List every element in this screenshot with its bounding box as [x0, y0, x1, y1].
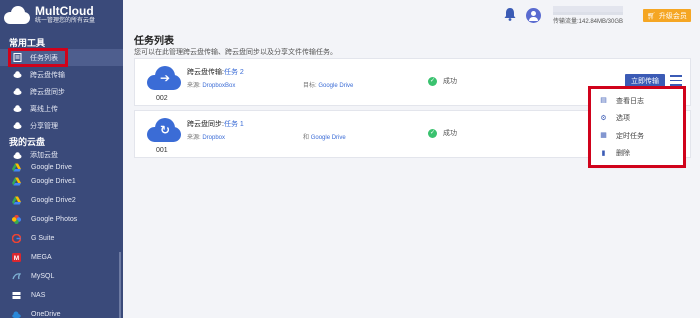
source-value: DropboxBox — [202, 83, 236, 89]
user-avatar-icon[interactable] — [526, 8, 541, 23]
share-icon — [13, 121, 22, 130]
status-label: 成功 — [443, 78, 457, 85]
task-title: 跨云盘同步:任务 1 — [187, 119, 244, 129]
add-cloud-button[interactable]: 添加云盘 — [0, 148, 123, 162]
sidebar-item-mysql[interactable]: MySQL — [0, 267, 123, 286]
add-cloud-icon — [13, 151, 22, 160]
status-label: 成功 — [443, 130, 457, 137]
add-cloud-label: 添加云盘 — [30, 152, 58, 159]
sidebar-item-label: NAS — [31, 292, 46, 299]
multcloud-logo-icon — [4, 6, 32, 24]
mega-icon: M — [12, 253, 21, 262]
task-name-link[interactable]: 任务 2 — [224, 69, 244, 76]
cart-icon: 🛒︎ — [647, 12, 656, 20]
page-subtitle: 您可以在此管理跨云盘传输、跨云盘同步以及分享文件传输任务。 — [134, 49, 337, 56]
sidebar-scrollbar[interactable] — [119, 252, 121, 318]
task-source: 来源: DropboxBox — [187, 80, 235, 89]
sidebar-item-cloud-transfer[interactable]: 跨云盘传输 — [0, 66, 123, 83]
sidebar-item-label: OneDrive — [31, 311, 61, 318]
google-drive-icon — [12, 163, 21, 172]
sidebar-item-offline-upload[interactable]: 离线上传 — [0, 100, 123, 117]
sidebar-item-mega[interactable]: M MEGA — [0, 248, 123, 267]
sidebar-item-label: Google Drive2 — [31, 197, 76, 204]
sidebar-item-label: G Suite — [31, 235, 55, 242]
sidebar-item-task-list[interactable]: 任务列表 — [0, 48, 123, 67]
header: 传输流量:142.84MB/30GB 🛒︎ 升级会员 — [123, 0, 700, 33]
sidebar-item-google-drive1[interactable]: Google Drive1 — [0, 172, 123, 191]
task-name-link[interactable]: 任务 1 — [224, 121, 244, 128]
highlight-box — [8, 48, 68, 67]
transfer-task-icon: ➔ — [147, 66, 181, 90]
task-status: ✓ 成功 — [428, 128, 457, 138]
onedrive-icon — [12, 310, 21, 318]
task-type: 跨云盘同步: — [187, 121, 224, 128]
sidebar-item-label: 分享管理 — [30, 122, 58, 130]
upgrade-button[interactable]: 🛒︎ 升级会员 — [643, 9, 691, 22]
task-status: ✓ 成功 — [428, 76, 457, 86]
g-suite-icon — [11, 233, 22, 244]
traffic-usage: 传输流量:142.84MB/30GB — [553, 19, 624, 25]
offline-upload-icon — [13, 104, 22, 113]
source-label: 来源: — [187, 135, 201, 141]
cloud-sync-icon — [13, 87, 22, 96]
check-circle-icon: ✓ — [428, 76, 437, 86]
nas-icon — [12, 291, 21, 300]
google-photos-icon — [12, 215, 21, 224]
task-source: 来源: Dropbox — [187, 132, 225, 141]
sidebar-item-label: 离线上传 — [30, 105, 58, 113]
sidebar-item-google-drive[interactable]: Google Drive — [0, 162, 123, 172]
target-value: Google Drive — [310, 135, 346, 141]
sidebar-item-label: Google Drive — [31, 163, 72, 171]
sidebar-item-g-suite[interactable]: G Suite — [0, 229, 123, 248]
target-label: 和 — [303, 135, 310, 141]
sync-task-icon: ↻ — [147, 118, 181, 142]
sidebar-item-google-drive2[interactable]: Google Drive2 — [0, 191, 123, 210]
cloud-transfer-icon — [13, 70, 22, 79]
check-circle-icon: ✓ — [428, 128, 437, 138]
bell-icon[interactable] — [504, 7, 516, 21]
svg-text:M: M — [14, 255, 19, 262]
sidebar-item-cloud-sync[interactable]: 跨云盘同步 — [0, 83, 123, 100]
google-drive-icon — [12, 177, 21, 186]
sidebar-item-onedrive[interactable]: OneDrive — [0, 305, 123, 318]
task-number: 002 — [156, 95, 168, 102]
task-number: 001 — [156, 147, 168, 154]
traffic-progress-bar — [553, 12, 623, 15]
brand-name: MultCloud — [35, 3, 94, 18]
task-type: 跨云盘传输: — [187, 69, 224, 76]
brand-tagline: 统一管理您的所有云盘 — [35, 17, 96, 24]
target-label: 目标: — [303, 83, 317, 89]
sidebar: MultCloud 统一管理您的所有云盘 常用工具 任务列表 跨云盘传输 跨云盘… — [0, 0, 123, 318]
sidebar-item-label: Google Drive1 — [31, 178, 76, 185]
sidebar-item-label: MEGA — [31, 254, 52, 261]
brand[interactable]: MultCloud 统一管理您的所有云盘 — [0, 0, 123, 30]
task-target: 和 Google Drive — [303, 132, 346, 141]
sidebar-item-label: Google Photos — [31, 216, 78, 223]
highlight-box — [588, 86, 686, 168]
sidebar-item-label: 跨云盘传输 — [30, 71, 65, 79]
page-title: 任务列表 — [134, 36, 174, 47]
target-value: Google Drive — [318, 83, 354, 89]
source-label: 来源: — [187, 83, 201, 89]
sidebar-item-share[interactable]: 分享管理 — [0, 117, 123, 134]
task-title: 跨云盘传输:任务 2 — [187, 67, 244, 77]
upgrade-label: 升级会员 — [658, 12, 687, 20]
sidebar-item-nas[interactable]: NAS — [0, 286, 123, 305]
mysql-icon — [12, 272, 22, 281]
section-title-clouds: 我的云盘 — [9, 137, 46, 147]
source-value: Dropbox — [202, 135, 226, 141]
sidebar-item-label: MySQL — [31, 273, 55, 280]
google-drive-icon — [12, 196, 21, 205]
sidebar-item-google-photos[interactable]: Google Photos — [0, 210, 123, 229]
sidebar-item-label: 跨云盘同步 — [30, 88, 65, 96]
task-target: 目标: Google Drive — [303, 80, 353, 89]
